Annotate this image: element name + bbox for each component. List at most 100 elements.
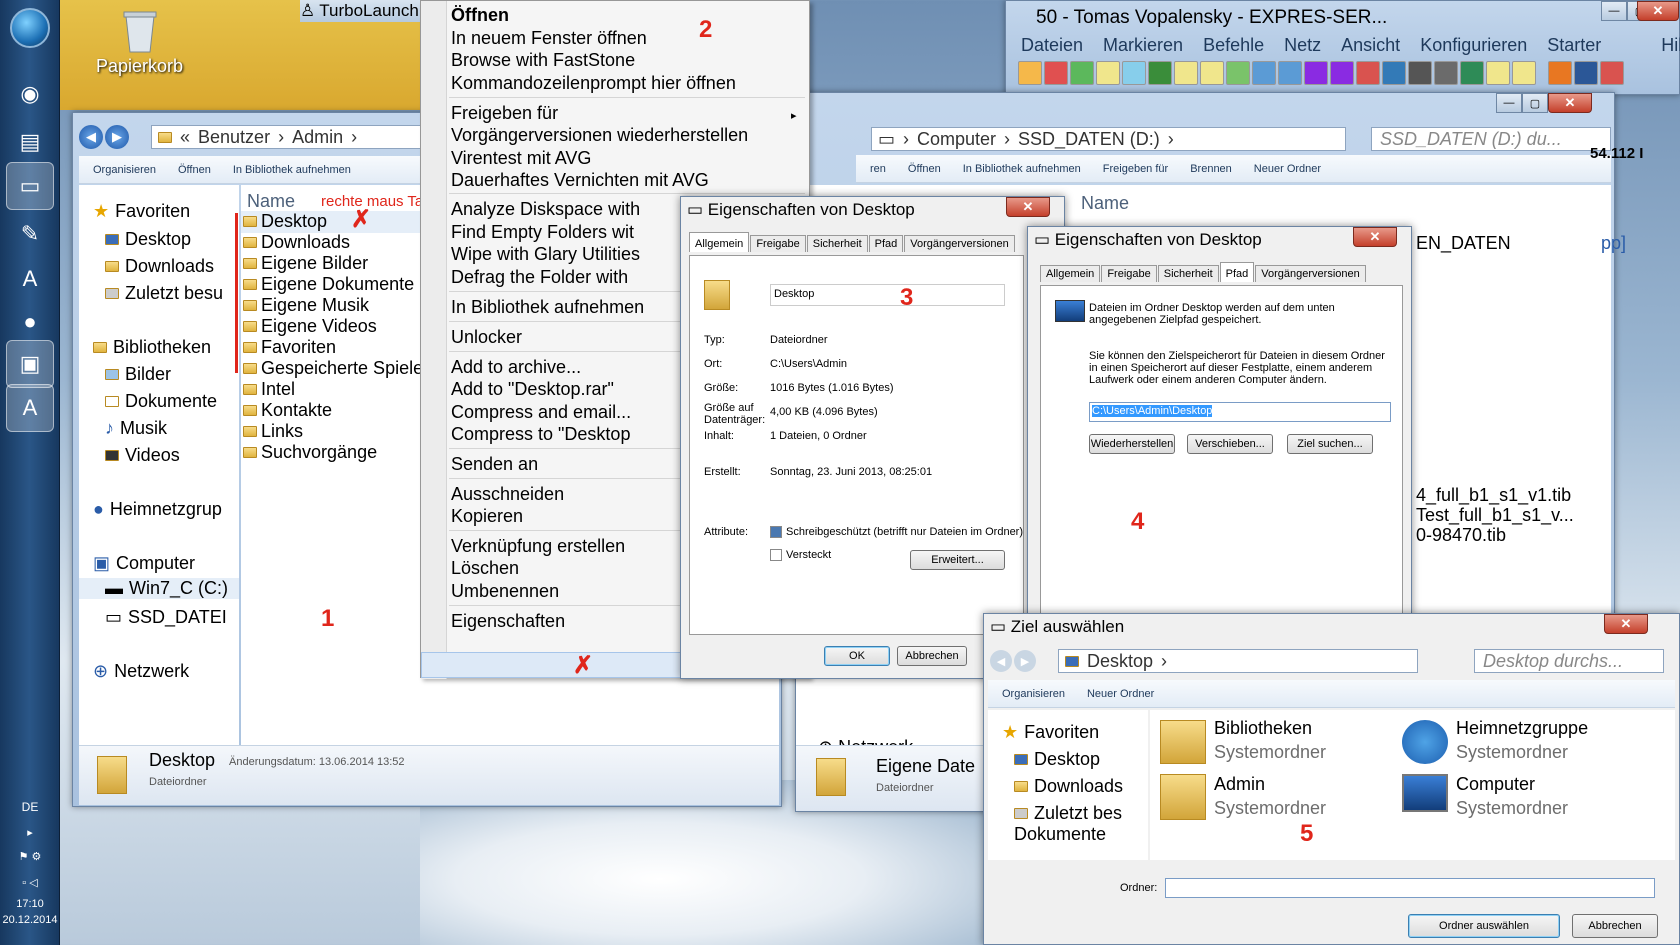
context-menu-item[interactable]: Wipe with Glary Utilities	[451, 244, 640, 265]
cmd-open[interactable]: Öffnen	[908, 163, 941, 175]
props1-close-button[interactable]: ✕	[1006, 197, 1050, 217]
item-computer-name[interactable]: Computer	[1456, 774, 1535, 795]
explorer2-close-button[interactable]: ✕	[1548, 93, 1592, 113]
breadcrumb-ssd[interactable]: SSD_DATEN (D:)	[1018, 129, 1160, 150]
wordpad-icon[interactable]: A	[6, 255, 54, 303]
hidden-checkbox[interactable]: Versteckt	[770, 549, 831, 562]
toolbar-save-icon[interactable]	[1574, 61, 1598, 85]
cmd-burn[interactable]: Brennen	[1190, 163, 1232, 175]
file-item[interactable]: Intel	[243, 379, 295, 400]
toolbar-ftp-icon[interactable]	[1356, 61, 1380, 85]
volume-icon[interactable]: ▫ ◁	[0, 876, 60, 889]
explorer2-file-2[interactable]: Test_full_b1_s1_v...	[1416, 505, 1574, 526]
menu-konfigurieren[interactable]: Konfigurieren	[1420, 35, 1527, 56]
tab-path[interactable]: Pfad	[868, 235, 904, 252]
ok-button[interactable]: OK	[824, 646, 890, 666]
toolbar-binoculars-icon[interactable]	[1408, 61, 1432, 85]
tab-previous-versions[interactable]: Vorgängerversionen	[904, 235, 1015, 252]
explorer2-item-fragment[interactable]: pp]	[1601, 233, 1626, 254]
file-item[interactable]: Suchvorgänge	[243, 442, 377, 463]
nav-favorites[interactable]: ★ Favoriten	[93, 201, 190, 222]
picker-address-bar[interactable]: Desktop ›	[1058, 649, 1418, 673]
toolbar-tree-icon[interactable]	[1200, 61, 1224, 85]
tray-expand-icon[interactable]: ▸	[0, 826, 60, 839]
tab-security[interactable]: Sicherheit	[1157, 265, 1219, 282]
toolbar-edit-icon[interactable]	[1460, 61, 1484, 85]
explorer2-file-3[interactable]: 0-98470.tib	[1416, 525, 1506, 546]
context-menu-item[interactable]: In Bibliothek aufnehmen	[451, 297, 644, 318]
start-button[interactable]	[10, 8, 50, 48]
item-admin-name[interactable]: Admin	[1214, 774, 1265, 795]
file-item[interactable]: Eigene Bilder	[243, 253, 368, 274]
tab-security[interactable]: Sicherheit	[806, 235, 868, 252]
cmd-library[interactable]: In Bibliothek aufnehmen	[963, 163, 1081, 175]
cmd-share[interactable]: Freigeben für	[1103, 163, 1168, 175]
picker-nav-downloads[interactable]: Downloads	[1014, 776, 1123, 797]
tab-previous-versions[interactable]: Vorgängerversionen	[1255, 265, 1366, 282]
toolbar-grid-icon[interactable]	[1096, 61, 1120, 85]
toolbar-back-icon[interactable]	[1252, 61, 1276, 85]
context-menu-item[interactable]: Senden an	[451, 454, 538, 475]
cmd-organize[interactable]: Organisieren	[1002, 688, 1065, 700]
context-menu-item[interactable]: Öffnen	[451, 5, 509, 26]
explorer-icon[interactable]: ▭	[6, 162, 54, 210]
menu-starter[interactable]: Starter	[1547, 35, 1601, 56]
context-menu-item[interactable]: Dauerhaftes Vernichten mit AVG	[451, 170, 709, 191]
toolbar-pack-icon[interactable]	[1304, 61, 1328, 85]
toolbar-image-icon[interactable]	[1148, 61, 1172, 85]
context-menu-item[interactable]: Find Empty Folders wit	[451, 222, 634, 243]
tab-general[interactable]: Allgemein	[689, 232, 750, 252]
breadcrumb-computer[interactable]: Computer	[917, 129, 996, 150]
props2-path-input[interactable]: C:\Users\Admin\Desktop	[1089, 402, 1391, 422]
nav-desktop[interactable]: Desktop	[105, 229, 191, 250]
file-item[interactable]: Downloads	[243, 232, 350, 253]
back-arrow-icon[interactable]: ◀	[990, 650, 1012, 672]
picker-nav-documents[interactable]: Dokumente	[1014, 824, 1106, 845]
picker-search-input[interactable]: Desktop durchs...	[1474, 649, 1664, 673]
explorer2-file-1[interactable]: 4_full_b1_s1_v1.tib	[1416, 485, 1571, 506]
nav-computer[interactable]: ▣ Computer	[93, 553, 195, 574]
toolbar-gear-icon[interactable]	[1044, 61, 1068, 85]
breadcrumb-admin[interactable]: Admin	[292, 127, 343, 148]
back-arrow-icon[interactable]: ◀	[79, 125, 103, 149]
menu-dateien[interactable]: Dateien	[1021, 35, 1083, 56]
nav-pictures[interactable]: Bilder	[105, 364, 171, 385]
nav-libraries[interactable]: Bibliotheken	[93, 337, 211, 358]
recycle-bin-icon[interactable]	[120, 8, 160, 54]
nav-music[interactable]: ♪ Musik	[105, 418, 167, 439]
cmd-organize[interactable]: Organisieren	[93, 164, 156, 176]
explorer2-maximize-button[interactable]: ▢	[1522, 93, 1548, 113]
toolbar-doc-icon[interactable]	[1600, 61, 1624, 85]
toolbar-sort-icon[interactable]	[1226, 61, 1250, 85]
explorer2-minimize-button[interactable]: —	[1496, 93, 1522, 113]
forward-arrow-icon[interactable]: ▶	[1014, 650, 1036, 672]
toolbar-compare-icon[interactable]	[1486, 61, 1510, 85]
context-menu-item[interactable]: Eigenschaften	[451, 611, 565, 632]
toolbar-settings-icon[interactable]	[1018, 61, 1042, 85]
firefox-icon[interactable]: ●	[6, 298, 54, 346]
file-item[interactable]: Eigene Videos	[243, 316, 377, 337]
cmd-new-folder[interactable]: Neuer Ordner	[1087, 688, 1154, 700]
nav-network[interactable]: ⊕ Netzwerk	[93, 661, 189, 682]
context-menu-item[interactable]: Compress and email...	[451, 402, 631, 423]
cmd-library[interactable]: In Bibliothek aufnehmen	[233, 164, 351, 176]
context-menu-item[interactable]: Freigeben für	[451, 103, 558, 124]
nav-homegroup[interactable]: ● Heimnetzgrup	[93, 499, 222, 520]
menu-befehle[interactable]: Befehle	[1203, 35, 1264, 56]
nav-recent[interactable]: Zuletzt besu	[105, 283, 223, 304]
picker-cancel-button[interactable]: Abbrechen	[1572, 914, 1658, 938]
totalcmd-minimize-button[interactable]: —	[1601, 1, 1627, 21]
context-menu-item[interactable]: Vorgängerversionen wiederherstellen	[451, 125, 748, 146]
file-item[interactable]: Links	[243, 421, 303, 442]
folder-input[interactable]	[1165, 878, 1655, 898]
nav-drive-d[interactable]: ▭ SSD_DATEI	[105, 607, 227, 628]
breadcrumb-benutzer[interactable]: Benutzer	[198, 127, 270, 148]
context-menu-item[interactable]: In neuem Fenster öffnen	[451, 28, 647, 49]
toolbar-sync-icon[interactable]	[1512, 61, 1536, 85]
restore-button[interactable]: Wiederherstellen	[1089, 434, 1175, 454]
tab-sharing[interactable]: Freigabe	[750, 235, 806, 252]
menu-markieren[interactable]: Markieren	[1103, 35, 1183, 56]
toolbar-unpack-icon[interactable]	[1330, 61, 1354, 85]
toolbar-firefox-icon[interactable]	[1548, 61, 1572, 85]
cancel-button[interactable]: Abbrechen	[897, 646, 967, 666]
